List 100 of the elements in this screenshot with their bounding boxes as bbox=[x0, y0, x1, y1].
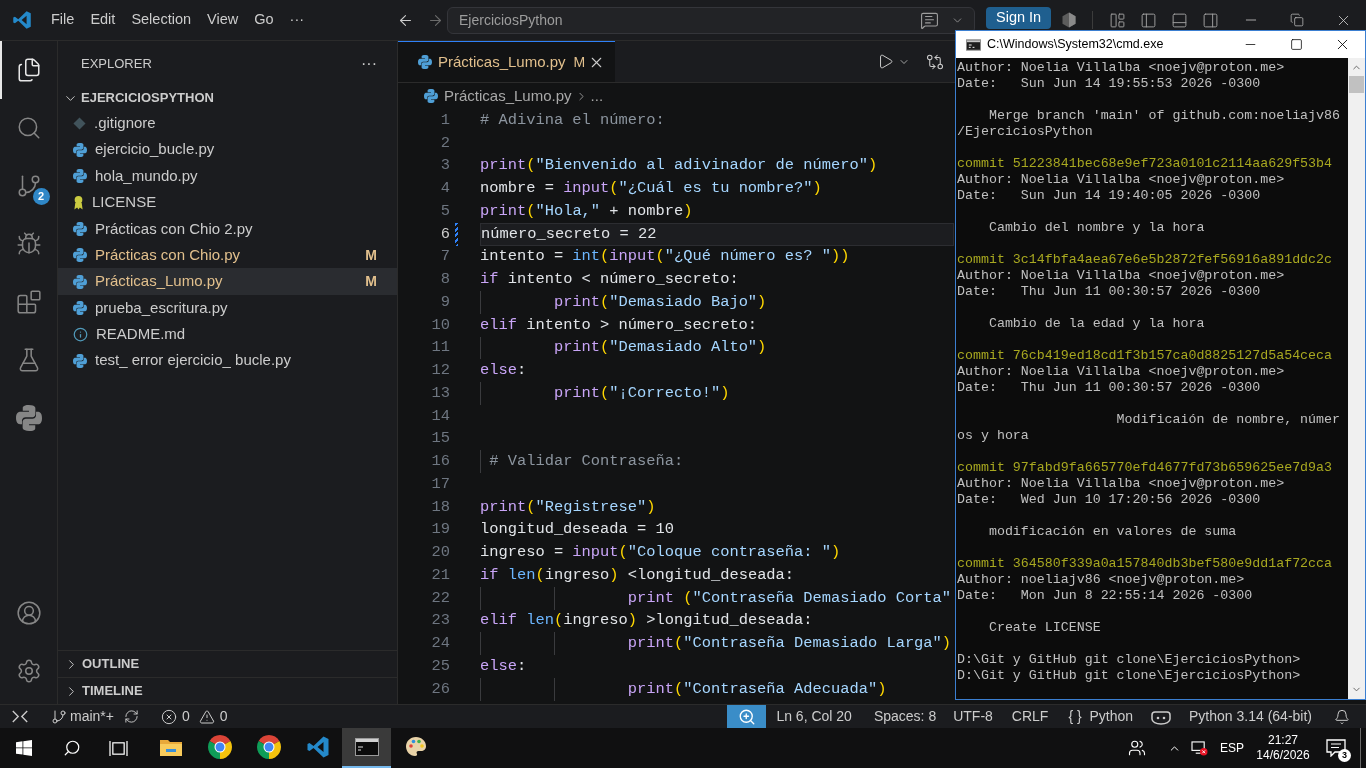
robot-icon[interactable] bbox=[1151, 708, 1172, 725]
sign-in-button[interactable]: Sign In bbox=[986, 7, 1052, 29]
palette-icon[interactable] bbox=[403, 735, 428, 759]
terminal-line: Date: Mon Jun 8 22:55:14 2026 -0300 bbox=[957, 588, 1253, 604]
search-icon[interactable] bbox=[62, 739, 81, 757]
line-ending-status[interactable]: CRLF bbox=[1011, 706, 1049, 727]
editor-tab[interactable]: Prácticas_Lumo.py M bbox=[398, 41, 615, 82]
tree-item[interactable]: hola_mundo.py bbox=[58, 162, 397, 190]
scrollbar[interactable] bbox=[1348, 58, 1365, 699]
folder-item[interactable]: EJERCICIOSPYTHON bbox=[58, 86, 397, 110]
scrollbar-thumb[interactable] bbox=[1349, 76, 1364, 93]
windows-logo-icon[interactable] bbox=[16, 740, 32, 756]
breadcrumb-item[interactable]: Prácticas_Lumo.py bbox=[424, 84, 572, 108]
code-line: # Validar Contraseña: bbox=[489, 451, 684, 473]
notification-icon[interactable] bbox=[1326, 739, 1346, 757]
tree-item[interactable]: Prácticas con Chio.py M bbox=[58, 241, 397, 269]
error-count[interactable]: 0 bbox=[160, 706, 190, 727]
terminal-line: commit 76cb419ed18cd1f3b157ca0d8825127d5a54ceca bbox=[957, 348, 1333, 364]
tree-item[interactable]: Prácticas con Chio 2.py bbox=[58, 215, 397, 242]
line-number: 4 bbox=[440, 178, 450, 200]
interpreter-status[interactable]: Python 3.14 (64-bit) bbox=[1189, 706, 1312, 727]
tree-item[interactable]: test_ error ejercicio_ bucle.py bbox=[58, 347, 397, 374]
menu-item[interactable]: ··· bbox=[281, 6, 313, 34]
code-editor-logo-icon[interactable] bbox=[12, 10, 32, 30]
hexagon-icon[interactable] bbox=[1061, 12, 1078, 28]
code-line: elif intento > número_secreto: bbox=[480, 314, 758, 336]
warning-count[interactable]: 0 bbox=[198, 706, 228, 727]
bug-icon[interactable] bbox=[15, 231, 42, 257]
code-line: ingreso = input("Coloque contraseña: ") bbox=[480, 542, 841, 564]
code-line: nombre = input("¿Cuál es tu nombre?") bbox=[480, 178, 822, 200]
folder-icon[interactable] bbox=[158, 737, 183, 757]
indentation-status[interactable]: Spaces: 8 bbox=[873, 706, 937, 727]
code-line: print("Contraseña Adecuada") bbox=[627, 678, 887, 700]
maximize-icon[interactable] bbox=[1289, 38, 1303, 51]
tree-item[interactable]: ejercicio_bucle.py bbox=[58, 136, 397, 163]
chat-icon[interactable] bbox=[920, 10, 939, 30]
language-mode[interactable]: { } Python bbox=[1068, 706, 1134, 727]
restore-icon[interactable] bbox=[1290, 13, 1304, 27]
code-line: print("Demasiado Alto") bbox=[553, 337, 767, 359]
code-editor-icon[interactable] bbox=[305, 735, 330, 759]
code-line: longitud_deseada = 10 bbox=[480, 519, 674, 541]
account-icon[interactable] bbox=[15, 600, 42, 626]
code-line: print("Bienvenido al adivinador de número") bbox=[480, 155, 878, 177]
menu-item[interactable]: Go bbox=[246, 6, 282, 34]
taskbar-button[interactable] bbox=[342, 728, 391, 768]
clock-date[interactable]: 14/6/2026 bbox=[1256, 748, 1310, 763]
menu-item[interactable]: Edit bbox=[82, 6, 124, 34]
console-icon bbox=[966, 38, 981, 51]
cursor-position[interactable]: Ln 6, Col 20 bbox=[776, 706, 852, 727]
sync-icon[interactable] bbox=[123, 709, 139, 724]
settings-icon[interactable] bbox=[15, 658, 42, 684]
browser-icon[interactable] bbox=[207, 735, 232, 759]
section-header[interactable]: OUTLINE bbox=[58, 650, 397, 677]
git-status: M bbox=[365, 272, 377, 292]
branch-status[interactable]: main*+ bbox=[51, 706, 114, 727]
more-actions-button[interactable]: ··· bbox=[361, 51, 377, 76]
python-file-icon bbox=[418, 55, 432, 69]
line-number: 5 bbox=[440, 200, 450, 222]
branch-icon[interactable] bbox=[15, 173, 42, 199]
command-center[interactable]: EjerciciosPython bbox=[447, 6, 975, 34]
compare-icon[interactable] bbox=[926, 52, 944, 71]
terminal-icon[interactable] bbox=[354, 738, 379, 756]
tree-item[interactable]: prueba_escritura.py bbox=[58, 294, 397, 322]
window-title: C:\Windows\System32\cmd.exe bbox=[987, 36, 1164, 54]
run-icon[interactable] bbox=[877, 53, 894, 70]
sidebar-left-icon[interactable] bbox=[1140, 11, 1158, 29]
menu-item[interactable]: File bbox=[43, 6, 83, 34]
code-line: if intento < número_secreto: bbox=[480, 269, 739, 291]
menu-item[interactable]: View bbox=[199, 6, 247, 34]
panel-bottom-icon[interactable] bbox=[1171, 11, 1189, 29]
sidebar-right-icon[interactable] bbox=[1202, 11, 1220, 29]
line-number: 20 bbox=[431, 542, 450, 564]
blocks-icon[interactable] bbox=[15, 289, 42, 315]
network-icon[interactable] bbox=[1191, 740, 1208, 756]
browser-icon[interactable] bbox=[256, 735, 281, 759]
people-icon[interactable] bbox=[1128, 739, 1146, 757]
line-number: 10 bbox=[431, 314, 450, 336]
task-view-icon[interactable] bbox=[109, 739, 128, 757]
menu-item[interactable]: Selection bbox=[123, 6, 200, 34]
encoding-status[interactable]: UTF-8 bbox=[953, 706, 993, 727]
bell-icon[interactable] bbox=[1334, 708, 1350, 725]
line-number: 22 bbox=[431, 587, 450, 609]
tree-item[interactable]: .gitignore bbox=[58, 110, 397, 137]
code-line: else: bbox=[480, 360, 527, 382]
input-language[interactable]: ESP bbox=[1220, 739, 1244, 757]
remote-icon[interactable] bbox=[11, 709, 29, 724]
layout-icon[interactable] bbox=[1109, 11, 1127, 29]
clock-time[interactable]: 21:27 bbox=[1268, 733, 1298, 748]
zoom-button[interactable] bbox=[727, 705, 767, 728]
tree-item[interactable]: Prácticas_Lumo.py M bbox=[58, 268, 397, 295]
line-number: 18 bbox=[431, 496, 450, 518]
terminal-line: Date: Sun Jun 14 19:40:05 2026 -0300 bbox=[957, 188, 1261, 204]
files-icon[interactable] bbox=[15, 57, 42, 83]
line-number: 21 bbox=[431, 564, 450, 586]
python-logo-icon[interactable] bbox=[15, 405, 42, 431]
tree-item[interactable]: LICENSE bbox=[58, 189, 397, 216]
tree-item[interactable]: README.md bbox=[58, 321, 397, 348]
code-line: número_secreto = 22 bbox=[481, 223, 657, 245]
count-badge: 2 bbox=[32, 188, 50, 205]
breadcrumb-item[interactable]: ... bbox=[590, 84, 604, 108]
